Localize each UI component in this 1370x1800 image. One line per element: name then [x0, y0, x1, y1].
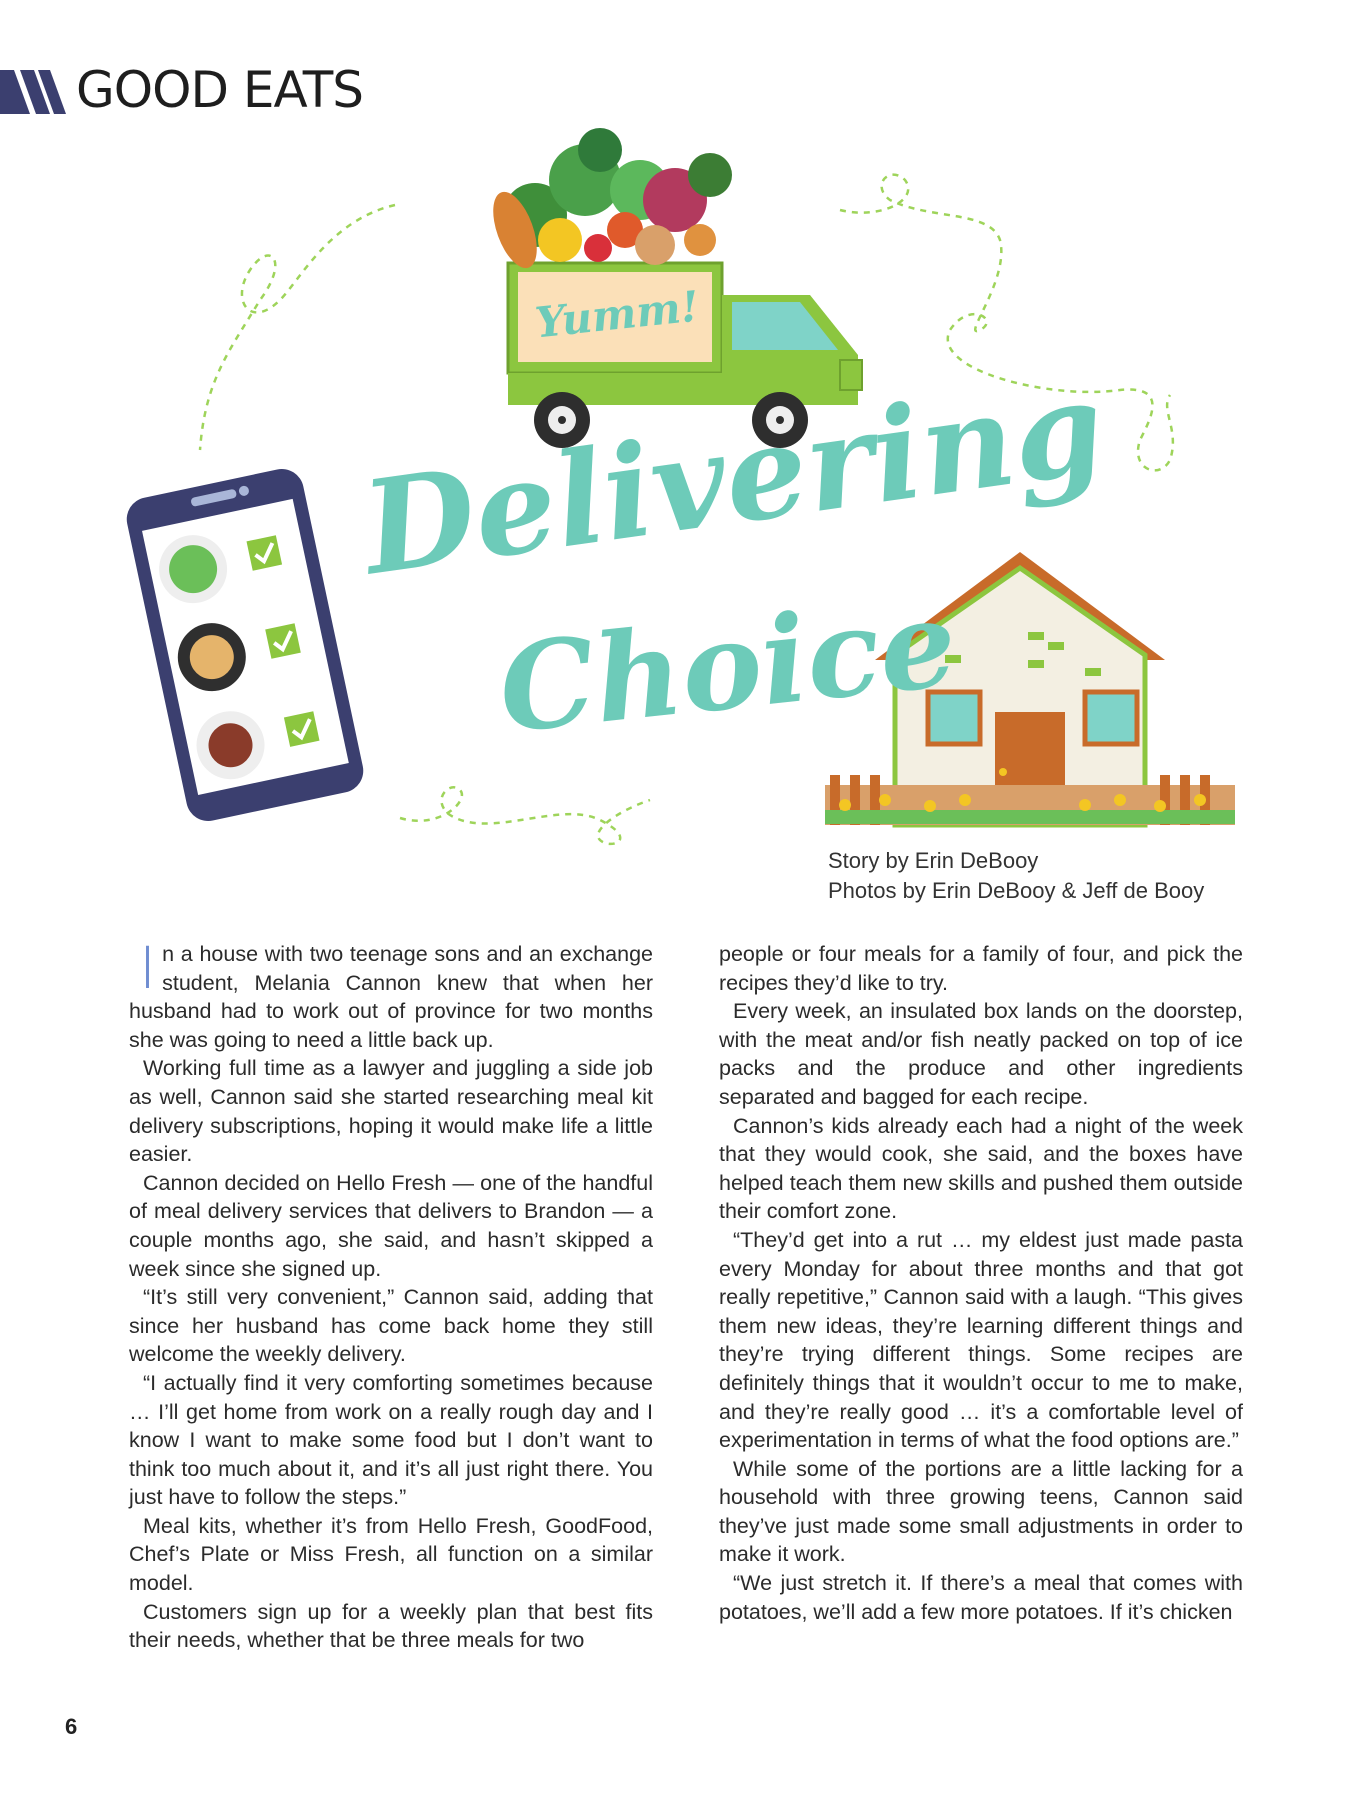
- drop-cap: I: [139, 934, 157, 1002]
- article-paragraph: Meal kits, whether it’s from Hello Fresh…: [129, 1513, 653, 1596]
- article-paragraph: “They’d get into a rut … my eldest just …: [719, 1227, 1243, 1453]
- page-number: 6: [65, 1714, 78, 1739]
- article-paragraph: In a house with two teenage sons and an …: [129, 934, 653, 1052]
- article-paragraph: Cannon decided on Hello Fresh — one of t…: [129, 1170, 653, 1281]
- article-column-2: people or four meals for a family of fou…: [719, 940, 1243, 1626]
- vegetable-pile: [493, 128, 732, 269]
- phone-illustration: [126, 468, 364, 822]
- article-paragraph: Every week, an insulated box lands on th…: [719, 999, 1243, 1109]
- story-credit: Story by Erin DeBooy: [828, 848, 1039, 873]
- byline: Story by Erin DeBooy Photos by Erin DeBo…: [828, 846, 1204, 906]
- article-paragraph: While some of the portions are a little …: [719, 1456, 1243, 1567]
- article-paragraph: people or four meals for a family of fou…: [719, 942, 1243, 995]
- article-paragraph: Working full time as a lawyer and juggli…: [129, 1056, 653, 1167]
- article-paragraph: “It’s still very convenient,” Cannon sai…: [129, 1285, 653, 1367]
- photo-credit: Photos by Erin DeBooy & Jeff de Booy: [828, 878, 1205, 903]
- article-paragraph: “I actually find it very comforting some…: [129, 1370, 653, 1510]
- article-paragraph: Cannon’s kids already each had a night o…: [719, 1113, 1243, 1224]
- article-column-1: In a house with two teenage sons and an …: [129, 934, 653, 1655]
- article-paragraph: “We just stretch it. If there’s a meal t…: [719, 1571, 1243, 1624]
- article-paragraph: Customers sign up for a weekly plan that…: [129, 1599, 653, 1653]
